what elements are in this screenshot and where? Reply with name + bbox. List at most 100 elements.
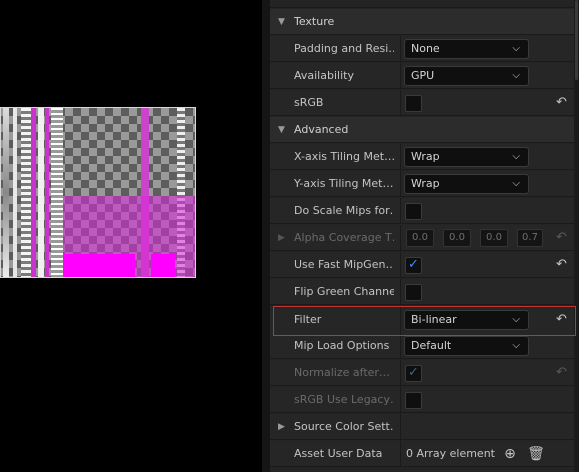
combo-value: None: [411, 42, 440, 55]
texture-preview: [0, 107, 196, 278]
reset-arrow-icon: ↶: [556, 365, 567, 380]
column-divider[interactable]: [400, 333, 401, 359]
magenta-region: [63, 254, 135, 277]
column-divider[interactable]: [400, 441, 401, 467]
chevron-right-icon[interactable]: ▶: [278, 225, 285, 251]
checkmark-icon: ✓: [408, 257, 419, 272]
noise-streak: [38, 108, 44, 277]
alpha-x-field[interactable]: 0.0: [406, 229, 434, 247]
column-divider[interactable]: [400, 360, 401, 386]
column-divider[interactable]: [400, 36, 401, 62]
column-divider[interactable]: [400, 252, 401, 278]
row-mip-load: Mip Load Options Default ⌵: [270, 333, 574, 359]
property-label: Availability: [294, 69, 354, 82]
array-count: 0 Array element: [406, 447, 495, 460]
row-availability: Availability GPU ⌵: [270, 63, 574, 89]
property-label: X-axis Tiling Met…: [294, 150, 394, 163]
column-divider[interactable]: [400, 414, 401, 440]
x-tiling-combo[interactable]: Wrap ⌵: [404, 147, 529, 167]
combo-value: GPU: [411, 69, 435, 82]
property-label: Source Color Sett…: [294, 420, 394, 433]
chevron-down-icon: ⌵: [512, 178, 520, 189]
chevron-down-icon: ⌵: [512, 70, 520, 81]
property-label: sRGB: [294, 96, 324, 109]
column-divider[interactable]: [400, 63, 401, 89]
magenta-region: [151, 254, 175, 277]
chevron-down-icon: ⌵: [512, 151, 520, 162]
alpha-w-field[interactable]: 0.7: [517, 229, 543, 247]
category-label: Texture: [294, 15, 335, 28]
normalize-checkbox: ✓: [405, 365, 422, 382]
column-divider[interactable]: [400, 387, 401, 413]
combo-value: Wrap: [411, 150, 440, 163]
reset-arrow-icon[interactable]: ↶: [556, 252, 567, 278]
property-label: Padding and Resi…: [294, 42, 394, 55]
chevron-down-icon: ▼: [278, 17, 285, 27]
column-divider[interactable]: [400, 306, 401, 334]
chevron-down-icon: ⌵: [512, 340, 520, 351]
fast-mipgen-checkbox[interactable]: ✓: [405, 257, 422, 274]
availability-combo[interactable]: GPU ⌵: [404, 66, 529, 86]
y-tiling-combo[interactable]: Wrap ⌵: [404, 174, 529, 194]
flip-green-checkbox[interactable]: [405, 284, 422, 301]
chevron-down-icon: ⌵: [512, 314, 520, 325]
filter-combo[interactable]: Bi-linear ⌵: [404, 310, 529, 330]
property-label: Do Scale Mips for…: [294, 204, 394, 217]
srgb-checkbox[interactable]: [405, 95, 422, 112]
category-label: Advanced: [294, 123, 349, 136]
reset-arrow-icon[interactable]: ↶: [556, 90, 567, 116]
padding-combo[interactable]: None ⌵: [404, 39, 529, 59]
property-label: sRGB Use Legacy…: [294, 393, 394, 406]
details-scrollbar[interactable]: [574, 0, 579, 472]
property-label: Flip Green Channel: [294, 285, 394, 298]
alpha-z-field[interactable]: 0.0: [480, 229, 508, 247]
scale-mips-checkbox[interactable]: [405, 203, 422, 220]
trash-icon[interactable]: 🗑: [527, 445, 545, 463]
chevron-right-icon[interactable]: ▶: [278, 414, 285, 440]
column-divider[interactable]: [400, 279, 401, 305]
magenta-streak: [31, 108, 36, 277]
category-advanced[interactable]: ▼ Advanced: [270, 117, 574, 143]
property-label: Use Fast MipGen…: [294, 258, 394, 271]
property-label: Alpha Coverage T…: [294, 231, 394, 244]
row-padding: Padding and Resi… None ⌵: [270, 36, 574, 62]
panel-splitter[interactable]: [262, 0, 270, 472]
column-divider[interactable]: [400, 171, 401, 197]
property-label: Mip Load Options: [294, 339, 390, 352]
row-x-tiling: X-axis Tiling Met… Wrap ⌵: [270, 144, 574, 170]
reset-arrow-icon: ↶: [556, 230, 567, 245]
previous-row-edge: [270, 0, 574, 8]
property-label: Normalize after…: [294, 366, 390, 379]
chevron-down-icon: ⌵: [512, 43, 520, 54]
row-flip-green: Flip Green Channel: [270, 279, 574, 305]
category-texture[interactable]: ▼ Texture: [270, 9, 574, 35]
property-label: Y-axis Tiling Met…: [294, 177, 394, 190]
texture-viewport[interactable]: [0, 0, 262, 472]
row-alpha-coverage: ▶ Alpha Coverage T… 0.0 0.0 0.0 0.7 ↶: [270, 225, 574, 251]
magenta-streak: [45, 108, 49, 277]
checkmark-icon: ✓: [408, 365, 419, 380]
row-asset-user-data: Asset User Data 0 Array element ⊕ 🗑: [270, 441, 574, 467]
noise-streak: [21, 108, 31, 277]
property-label: Asset User Data: [294, 447, 383, 460]
scrollbar-thumb[interactable]: [575, 0, 578, 80]
reset-arrow-icon[interactable]: ↶: [556, 306, 567, 334]
combo-value: Wrap: [411, 177, 440, 190]
column-divider[interactable]: [400, 144, 401, 170]
column-divider[interactable]: [400, 225, 401, 251]
row-source-color[interactable]: ▶ Source Color Sett…: [270, 414, 574, 440]
row-filter: Filter Bi-linear ⌵ ↶: [270, 306, 574, 334]
noise-streak: [51, 108, 63, 277]
combo-value: Bi-linear: [411, 313, 457, 326]
row-y-tiling: Y-axis Tiling Met… Wrap ⌵: [270, 171, 574, 197]
row-normalize: Normalize after… ✓ ↶: [270, 360, 574, 386]
alpha-y-field[interactable]: 0.0: [443, 229, 471, 247]
column-divider[interactable]: [400, 198, 401, 224]
mip-load-combo[interactable]: Default ⌵: [404, 336, 529, 356]
details-panel: ▼ Texture Padding and Resi… None ⌵ Availa…: [270, 0, 579, 472]
row-srgb: sRGB ↶: [270, 90, 574, 116]
combo-value: Default: [411, 339, 452, 352]
column-divider[interactable]: [400, 90, 401, 116]
plus-circle-icon[interactable]: ⊕: [501, 445, 519, 463]
property-label: Filter: [294, 313, 322, 326]
